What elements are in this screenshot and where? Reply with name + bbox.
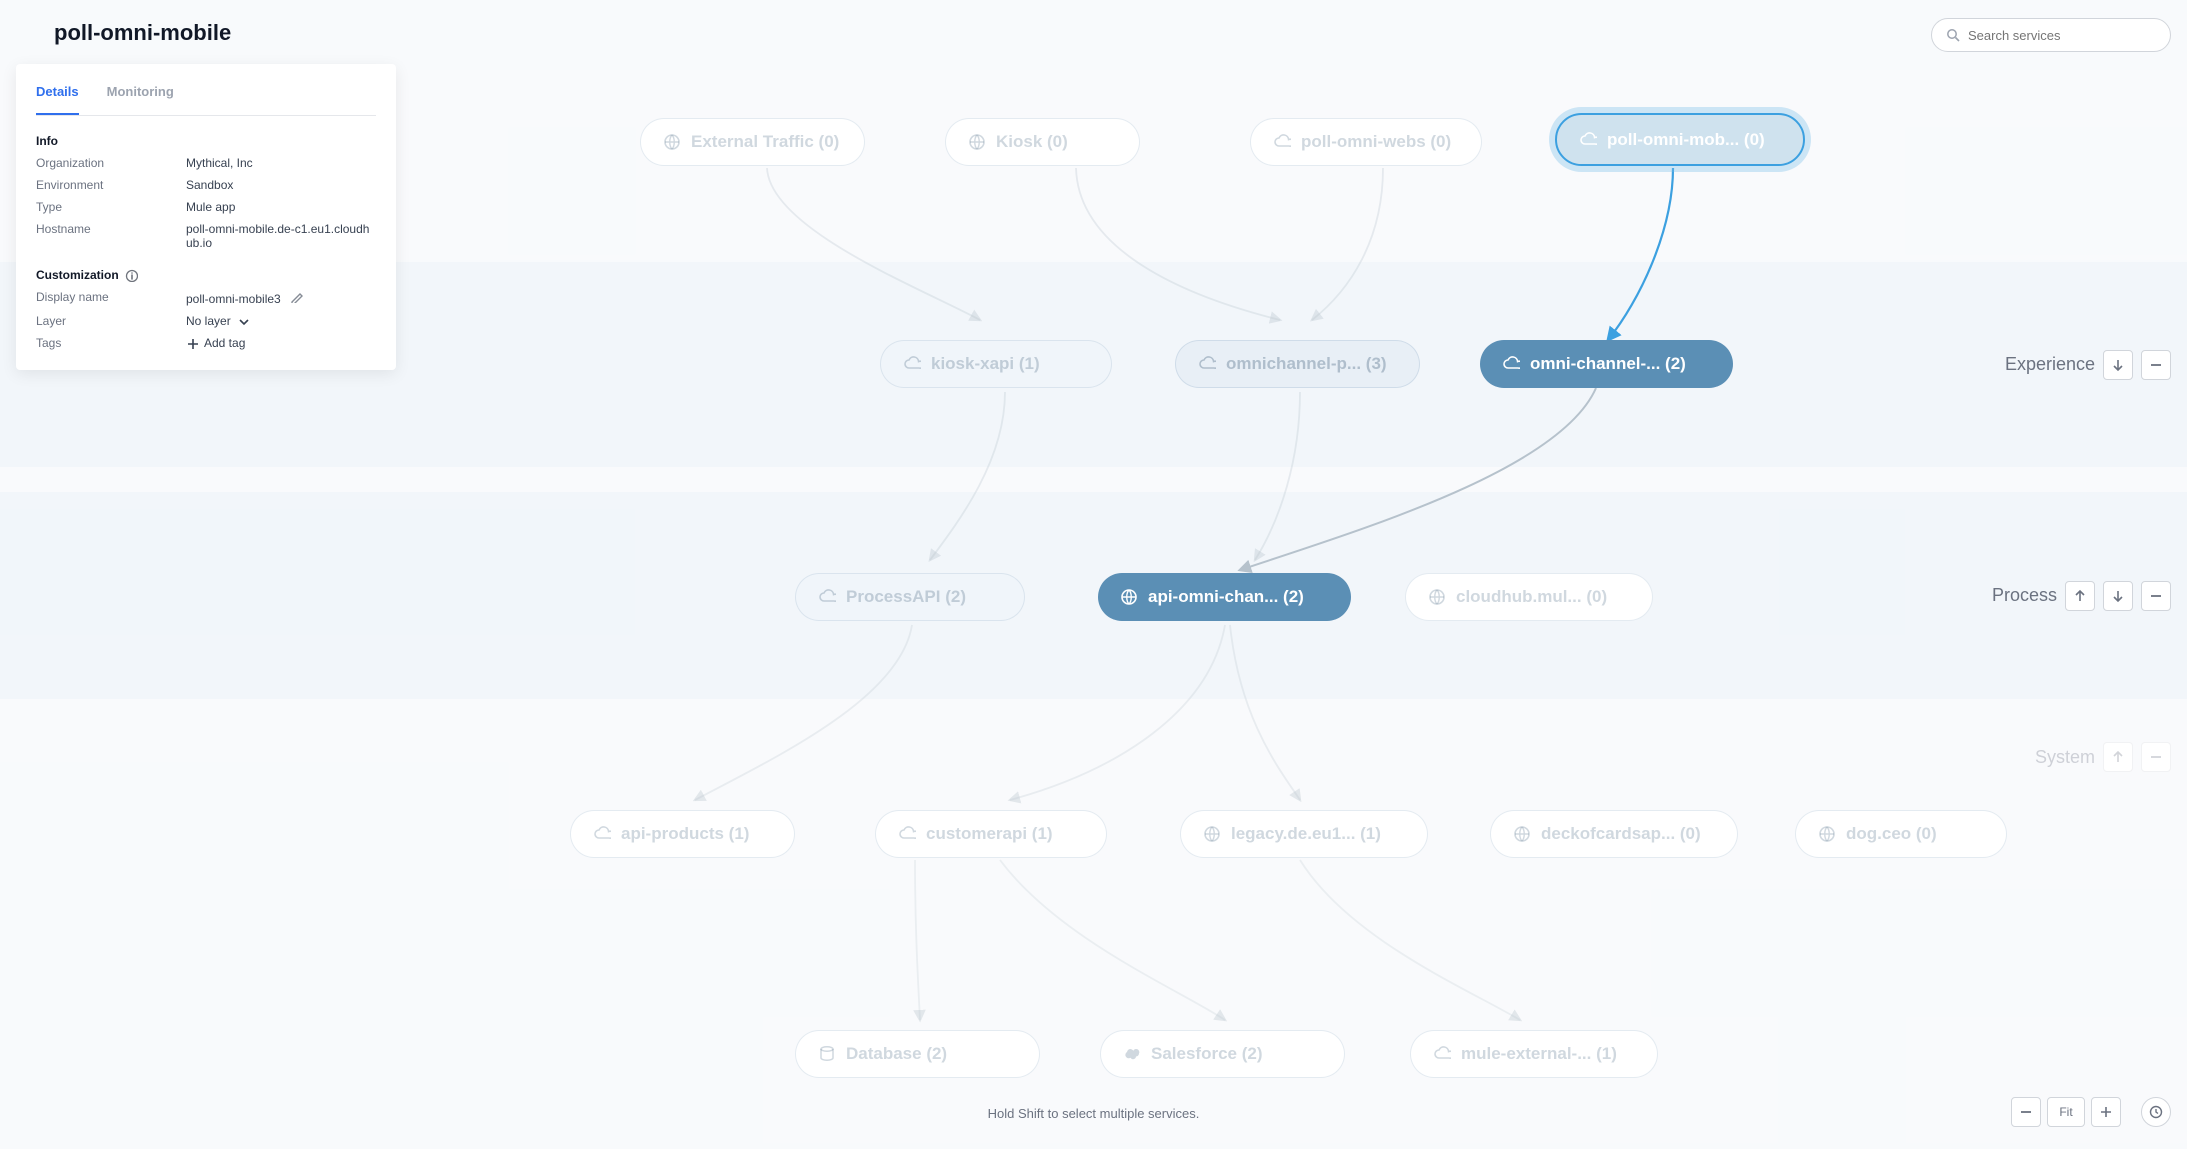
node-label: omnichannel-p... (3): [1226, 354, 1387, 374]
move-down-button[interactable]: [2103, 350, 2133, 380]
value-env: Sandbox: [186, 178, 376, 192]
layer-process-label: Process: [1992, 585, 2057, 606]
node-label: api-omni-chan... (2): [1148, 587, 1304, 607]
page-title: poll-omni-mobile: [54, 20, 231, 46]
node-label: ProcessAPI (2): [846, 587, 966, 607]
search-box[interactable]: [1931, 18, 2171, 52]
globe-icon: [1203, 825, 1221, 843]
node-kiosk-xapi[interactable]: kiosk-xapi (1): [880, 340, 1112, 388]
info-icon[interactable]: [125, 269, 138, 282]
value-type: Mule app: [186, 200, 376, 214]
globe-icon: [663, 133, 681, 151]
globe-icon: [1513, 825, 1531, 843]
multiselect-hint: Hold Shift to select multiple services.: [988, 1106, 1200, 1121]
cloud-icon: [593, 825, 611, 843]
layer-system-label: System: [2035, 747, 2095, 768]
globe-icon: [1120, 588, 1138, 606]
history-button[interactable]: [2141, 1097, 2171, 1127]
node-label: poll-omni-webs (0): [1301, 132, 1451, 152]
value-display-name[interactable]: poll-omni-mobile3: [186, 290, 376, 306]
fit-button[interactable]: Fit: [2047, 1097, 2085, 1127]
zoom-out-button[interactable]: [2011, 1097, 2041, 1127]
cloud-icon: [898, 825, 916, 843]
salesforce-icon: [1123, 1045, 1141, 1063]
node-deckofcards[interactable]: deckofcardsap... (0): [1490, 810, 1738, 858]
move-down-button[interactable]: [2103, 581, 2133, 611]
layer-gap-1: [0, 467, 2187, 492]
node-label: api-products (1): [621, 824, 749, 844]
node-label: kiosk-xapi (1): [931, 354, 1040, 374]
node-cloudhub[interactable]: cloudhub.mul... (0): [1405, 573, 1653, 621]
plus-icon: [186, 337, 198, 349]
node-legacy[interactable]: legacy.de.eu1... (1): [1180, 810, 1428, 858]
label-layer: Layer: [36, 314, 186, 328]
database-icon: [818, 1045, 836, 1063]
node-label: External Traffic (0): [691, 132, 839, 152]
search-icon: [1946, 28, 1960, 42]
collapse-button[interactable]: [2141, 581, 2171, 611]
node-label: Kiosk (0): [996, 132, 1068, 152]
globe-icon: [1428, 588, 1446, 606]
node-omnichannel-p[interactable]: omnichannel-p... (3): [1175, 340, 1420, 388]
node-label: customerapi (1): [926, 824, 1053, 844]
node-poll-omni-webs[interactable]: poll-omni-webs (0): [1250, 118, 1482, 166]
details-panel: Details Monitoring Info OrganizationMyth…: [16, 64, 396, 370]
search-input[interactable]: [1968, 28, 2156, 43]
collapse-button[interactable]: [2141, 350, 2171, 380]
layer-process: Process: [0, 492, 2187, 699]
node-label: omni-channel-... (2): [1530, 354, 1686, 374]
node-omni-channel[interactable]: omni-channel-... (2): [1480, 340, 1733, 388]
node-label: cloudhub.mul... (0): [1456, 587, 1607, 607]
node-label: poll-omni-mob... (0): [1607, 130, 1765, 150]
chevron-down-icon: [237, 315, 249, 327]
tab-monitoring[interactable]: Monitoring: [107, 84, 174, 115]
node-salesforce[interactable]: Salesforce (2): [1100, 1030, 1345, 1078]
label-type: Type: [36, 200, 186, 214]
node-label: Database (2): [846, 1044, 947, 1064]
value-org: Mythical, Inc: [186, 156, 376, 170]
collapse-button[interactable]: [2141, 742, 2171, 772]
label-tags: Tags: [36, 336, 186, 350]
tab-details[interactable]: Details: [36, 84, 79, 115]
cloud-icon: [1433, 1045, 1451, 1063]
cloud-icon: [1273, 133, 1291, 151]
cloud-icon: [1502, 355, 1520, 373]
value-host: poll-omni-mobile.de-c1.eu1.cloudhub.io: [186, 222, 376, 250]
node-api-omni-chan[interactable]: api-omni-chan... (2): [1098, 573, 1351, 621]
node-api-products[interactable]: api-products (1): [570, 810, 795, 858]
customization-heading: Customization: [36, 268, 376, 282]
node-processapi[interactable]: ProcessAPI (2): [795, 573, 1025, 621]
cloud-icon: [1198, 355, 1216, 373]
zoom-in-button[interactable]: [2091, 1097, 2121, 1127]
node-label: dog.ceo (0): [1846, 824, 1937, 844]
layer-experience-label: Experience: [2005, 354, 2095, 375]
info-heading: Info: [36, 134, 376, 148]
label-display-name: Display name: [36, 290, 186, 306]
label-org: Organization: [36, 156, 186, 170]
node-label: mule-external-... (1): [1461, 1044, 1617, 1064]
cloud-icon: [1579, 131, 1597, 149]
move-up-button[interactable]: [2065, 581, 2095, 611]
globe-icon: [1818, 825, 1836, 843]
cloud-icon: [903, 355, 921, 373]
label-env: Environment: [36, 178, 186, 192]
add-tag-button[interactable]: Add tag: [186, 336, 376, 350]
move-up-button[interactable]: [2103, 742, 2133, 772]
node-poll-omni-mob-selected[interactable]: poll-omni-mob... (0): [1555, 113, 1805, 166]
globe-icon: [968, 133, 986, 151]
node-external-traffic[interactable]: External Traffic (0): [640, 118, 865, 166]
node-label: deckofcardsap... (0): [1541, 824, 1701, 844]
node-mule-external[interactable]: mule-external-... (1): [1410, 1030, 1658, 1078]
node-label: Salesforce (2): [1151, 1044, 1263, 1064]
layer-system: System: [0, 699, 2187, 1149]
node-dog-ceo[interactable]: dog.ceo (0): [1795, 810, 2007, 858]
layer-dropdown[interactable]: No layer: [186, 314, 376, 328]
edit-icon[interactable]: [290, 290, 303, 303]
node-kiosk[interactable]: Kiosk (0): [945, 118, 1140, 166]
node-customerapi[interactable]: customerapi (1): [875, 810, 1107, 858]
cloud-icon: [818, 588, 836, 606]
label-host: Hostname: [36, 222, 186, 250]
node-database[interactable]: Database (2): [795, 1030, 1040, 1078]
node-label: legacy.de.eu1... (1): [1231, 824, 1381, 844]
